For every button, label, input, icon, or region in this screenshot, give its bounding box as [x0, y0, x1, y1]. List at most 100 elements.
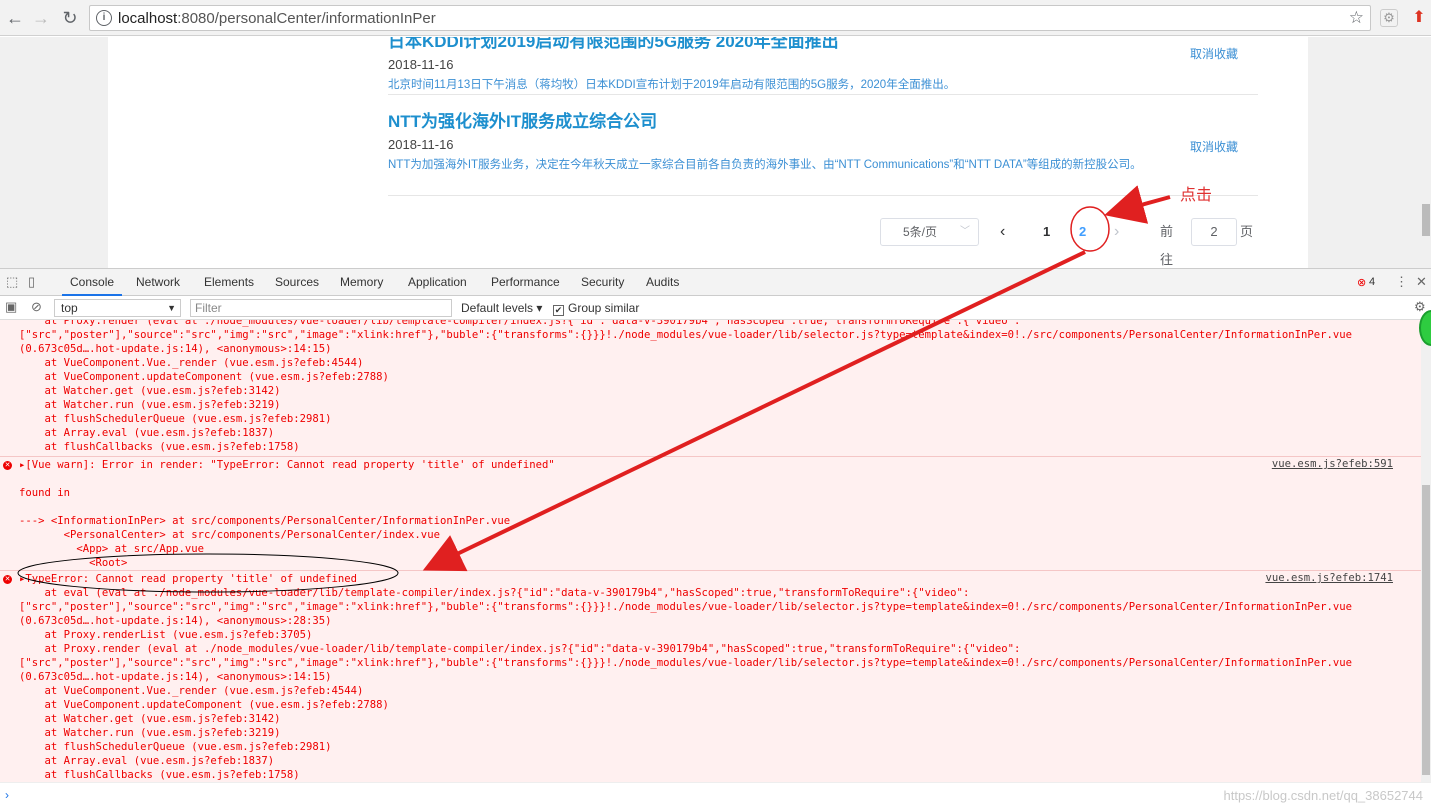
caret-down-icon: ▼: [167, 303, 176, 313]
close-devtools-icon[interactable]: ✕: [1416, 274, 1427, 290]
console-line: at Array.eval (vue.esm.js?efeb:1837): [19, 427, 275, 439]
scrollbar-thumb[interactable]: [1422, 485, 1430, 775]
console-line: at flushCallbacks (vue.esm.js?efeb:1758): [19, 769, 300, 781]
console-line: at Watcher.get (vue.esm.js?efeb:3142): [19, 713, 281, 725]
tab-audits[interactable]: Audits: [646, 269, 679, 296]
console-line: ["src","poster"],"source":"src","img":"s…: [19, 329, 1352, 341]
unfavorite-link[interactable]: 取消收藏: [1190, 45, 1238, 62]
console-line: (0.673c05d….hot-update.js:14), <anonymou…: [19, 343, 332, 355]
console-line: <Root>: [19, 557, 128, 569]
news-date: 2018-11-16: [388, 57, 454, 72]
group-similar-label: Group similar: [568, 301, 640, 315]
tab-console[interactable]: Console: [62, 269, 123, 296]
scrollbar-thumb[interactable]: [1422, 204, 1430, 236]
console-line: ["src","poster"],"source":"src","img":"s…: [19, 657, 1352, 669]
update-icon[interactable]: ⬆: [1408, 7, 1430, 29]
checkbox-checked-icon[interactable]: ✔: [553, 305, 564, 316]
tab-memory[interactable]: Memory: [340, 269, 383, 296]
context-value: top: [61, 301, 78, 315]
console-line: at Proxy.render (eval at ./node_modules/…: [19, 320, 1021, 327]
divider: [388, 195, 1258, 196]
news-desc: NTT为加强海外IT服务业务，决定在今年秋天成立一家综合目前各自负责的海外事业、…: [388, 159, 1142, 171]
console-line: at Watcher.run (vue.esm.js?efeb:3219): [19, 399, 281, 411]
console-scrollbar[interactable]: [1421, 320, 1431, 782]
goto-page-input[interactable]: 2: [1191, 218, 1237, 246]
filter-input[interactable]: Filter: [190, 299, 452, 317]
console-line: at Watcher.run (vue.esm.js?efeb:3219): [19, 727, 281, 739]
console-line: at Watcher.get (vue.esm.js?efeb:3142): [19, 385, 281, 397]
device-toggle-icon[interactable]: ▯: [28, 274, 35, 290]
news-title[interactable]: NTT为强化海外IT服务成立综合公司: [388, 107, 1258, 132]
console-line: at flushCallbacks (vue.esm.js?efeb:1758): [19, 441, 300, 453]
watermark: https://blog.csdn.net/qq_38652744: [1223, 788, 1424, 803]
prev-page-icon[interactable]: ‹: [1000, 218, 1005, 246]
console-line: at flushSchedulerQueue (vue.esm.js?efeb:…: [19, 741, 332, 753]
page-size-select[interactable]: 5条/页 ﹀: [880, 218, 979, 246]
source-link[interactable]: vue.esm.js?efeb:591: [1272, 458, 1393, 470]
url-path: :8080/personalCenter/informationInPer: [177, 10, 436, 27]
tab-application[interactable]: Application: [408, 269, 467, 296]
unfavorite-link[interactable]: 取消收藏: [1190, 138, 1238, 155]
console-line: at Array.eval (vue.esm.js?efeb:1837): [19, 755, 275, 767]
error-icon: ✕: [3, 575, 12, 584]
news-title[interactable]: 日本KDDI计划2019启动有限范围的5G服务 2020年全面推出: [388, 37, 1258, 52]
devtools-tabbar: ⬚ ▯ Console Network Elements Sources Mem…: [0, 269, 1431, 296]
console-line: (0.673c05d….hot-update.js:14), <anonymou…: [19, 671, 332, 683]
news-item: 日本KDDI计划2019启动有限范围的5G服务 2020年全面推出 2018-1…: [388, 37, 1258, 93]
console-line: (0.673c05d….hot-update.js:14), <anonymou…: [19, 615, 332, 627]
forward-icon[interactable]: →: [30, 7, 52, 29]
tab-network[interactable]: Network: [136, 269, 180, 296]
console-output: at Proxy.render (eval at ./node_modules/…: [0, 320, 1421, 782]
console-prompt[interactable]: ›: [0, 782, 1431, 812]
next-page-icon[interactable]: ›: [1114, 218, 1119, 246]
console-line: at eval (eval at ./node_modules/vue-load…: [19, 587, 970, 599]
tab-elements[interactable]: Elements: [204, 269, 254, 296]
console-line: at VueComponent.updateComponent (vue.esm…: [19, 699, 389, 711]
console-line: at VueComponent.updateComponent (vue.esm…: [19, 371, 389, 383]
error-count-icon[interactable]: ⊗: [1357, 276, 1366, 289]
source-link[interactable]: vue.esm.js?efeb:1741: [1265, 572, 1393, 584]
group-similar-checkbox[interactable]: ✔ Group similar: [553, 301, 639, 316]
news-item: NTT为强化海外IT服务成立综合公司 2018-11-16 NTT为加强海外IT…: [388, 107, 1258, 173]
levels-dropdown[interactable]: Default levels ▾: [461, 301, 542, 315]
tab-sources[interactable]: Sources: [275, 269, 319, 296]
inspect-icon[interactable]: ⬚: [6, 274, 18, 290]
console-line: at Proxy.render (eval at ./node_modules/…: [19, 643, 1021, 655]
page-number-2[interactable]: 2: [1079, 218, 1086, 246]
console-line: <PersonalCenter> at src/components/Perso…: [19, 529, 440, 541]
news-date: 2018-11-16: [388, 137, 454, 152]
info-icon[interactable]: i: [96, 10, 112, 26]
bookmark-star-icon[interactable]: ☆: [1349, 8, 1364, 28]
console-filter-bar: ▣ ⊘ top ▼ Filter Default levels ▾ ✔ Group …: [0, 296, 1431, 320]
prompt-caret-icon: ›: [5, 788, 9, 802]
devtools-panel: ⬚ ▯ Console Network Elements Sources Mem…: [0, 268, 1431, 812]
page-viewport: 日本KDDI计划2019启动有限范围的5G服务 2020年全面推出 2018-1…: [0, 37, 1431, 268]
reload-icon[interactable]: ↻: [59, 7, 81, 29]
tab-security[interactable]: Security: [581, 269, 624, 296]
error-icon: ✕: [3, 461, 12, 470]
sidebar-toggle-icon[interactable]: ▣: [5, 299, 17, 315]
more-menu-icon[interactable]: ⋮: [1395, 274, 1408, 290]
context-select[interactable]: top ▼: [54, 299, 181, 317]
console-line: at VueComponent.Vue._render (vue.esm.js?…: [19, 357, 364, 369]
page-scrollbar[interactable]: [1421, 74, 1431, 268]
console-line: ["src","poster"],"source":"src","img":"s…: [19, 601, 1352, 613]
chevron-down-icon: ﹀: [960, 226, 970, 237]
browser-toolbar: ← → ↻ i localhost:8080/personalCenter/in…: [0, 0, 1431, 36]
page-number-1[interactable]: 1: [1043, 218, 1050, 246]
console-line: <App> at src/App.vue: [19, 543, 204, 555]
console-line: at VueComponent.Vue._render (vue.esm.js?…: [19, 685, 364, 697]
page-size-value: 5条/页: [903, 225, 938, 239]
error-count[interactable]: 4: [1369, 269, 1375, 296]
address-bar[interactable]: i localhost:8080/personalCenter/informat…: [89, 5, 1371, 31]
back-icon[interactable]: ←: [4, 7, 26, 29]
tab-performance[interactable]: Performance: [491, 269, 560, 296]
annotation-click-text: 点击: [1180, 187, 1213, 204]
console-line: at flushSchedulerQueue (vue.esm.js?efeb:…: [19, 413, 332, 425]
console-line: at Proxy.renderList (vue.esm.js?efeb:370…: [19, 629, 313, 641]
message-divider: [0, 456, 1421, 457]
message-divider: [0, 570, 1421, 571]
clear-console-icon[interactable]: ⊘: [31, 299, 42, 315]
url-text[interactable]: localhost:8080/personalCenter/informatio…: [118, 10, 436, 27]
extension-icon[interactable]: ⚙: [1380, 9, 1398, 27]
